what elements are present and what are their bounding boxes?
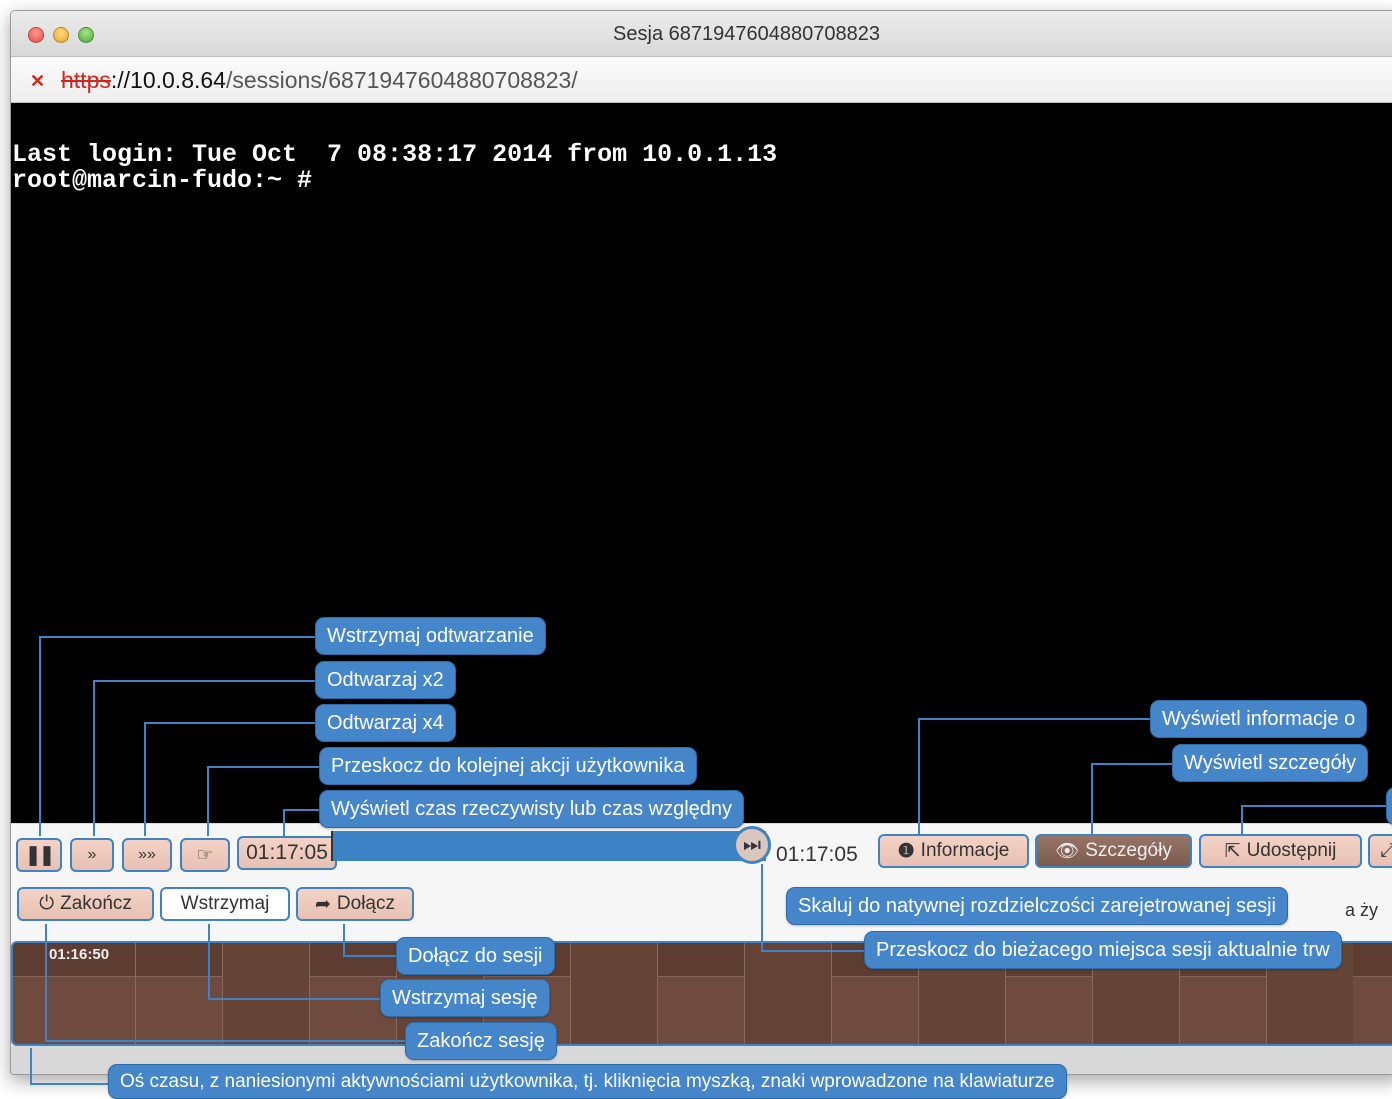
url-host: ://10.0.8.64 [110, 67, 226, 93]
details-button[interactable]: 👁 Szczegóły [1035, 834, 1192, 868]
address-bar[interactable]: ✕ https://10.0.8.64/sessions/68719476048… [11, 57, 1392, 103]
pause-session-label: Wstrzymaj [180, 893, 270, 914]
callout-timeline-axis: Oś czasu, z naniesionymi aktywnościami u… [108, 1064, 1067, 1099]
callout-jump-current: Przeskocz do bieżacego miejsca sesji akt… [864, 931, 1342, 969]
terminate-label: Zakończ [60, 893, 132, 914]
hand-pointer-icon: ☞ [196, 844, 214, 866]
window-title: Sesja 6871947604880708823 [613, 23, 880, 45]
hidden-text-fragment: a ży [1345, 900, 1379, 920]
power-icon: ⏻ [39, 893, 55, 914]
url-protocol: https [61, 67, 111, 93]
callout-show-details: Wyświetl szczegóły [1172, 744, 1369, 782]
pause-session-button[interactable]: Wstrzymaj [160, 887, 290, 921]
connector-line [93, 680, 315, 682]
share-button[interactable]: ⇱ Udostępnij [1199, 834, 1362, 868]
eye-icon: 👁 [1055, 841, 1080, 862]
skip-end-icon: ⏭ [743, 833, 761, 856]
connector-line [45, 924, 47, 1041]
connector-line [93, 680, 95, 836]
connector-line [39, 636, 41, 836]
connector-line [1091, 763, 1093, 834]
insecure-lock-icon: ✕ [30, 71, 46, 91]
connector-line [343, 955, 397, 957]
timeline-segment [570, 943, 657, 1044]
callout-pause-session: Wstrzymaj sesję [380, 979, 550, 1017]
connector-line [283, 809, 319, 811]
connector-line [1091, 763, 1175, 765]
connector-line [343, 924, 345, 956]
join-button[interactable]: ➦ Dołącz [296, 887, 414, 921]
end-time: 01:17:05 [776, 843, 858, 866]
timeline-segment [657, 943, 744, 1044]
share-label: Udostępnij [1246, 840, 1337, 861]
timeline-segment [222, 943, 309, 1044]
connector-line [1241, 805, 1392, 807]
connector-line [39, 636, 315, 638]
connector-line [207, 766, 209, 836]
callout-pause-playback: Wstrzymaj odtwarzanie [315, 617, 546, 655]
timeline-segment [744, 943, 831, 1044]
callout-join-session: Dołącz do sesji [396, 937, 555, 975]
play-x2-label: » [87, 846, 97, 863]
info-label: Informacje [920, 840, 1010, 861]
connector-line [207, 766, 319, 768]
pause-button[interactable]: ❚❚ [16, 838, 62, 872]
play-x2-button[interactable]: » [70, 838, 114, 872]
share-icon: ⇱ [1224, 840, 1241, 862]
connector-line [144, 722, 146, 836]
connector-line [918, 718, 1151, 720]
callout-terminate-session: Zakończ sesję [405, 1022, 557, 1060]
callout-show-time: Wyświetl czas rzeczywisty lub czas wzglę… [319, 790, 745, 828]
connector-line [144, 722, 315, 724]
play-x4-label: »» [138, 846, 156, 863]
details-label: Szczegóły [1085, 840, 1172, 861]
connector-line [918, 718, 920, 834]
progress-bar[interactable] [331, 831, 766, 861]
title-bar: Sesja 6871947604880708823 [11, 11, 1392, 57]
resize-icon: ⤢ [1380, 840, 1392, 861]
skip-next-action-button[interactable]: ☞ [180, 838, 230, 872]
connector-line [208, 998, 382, 1000]
callout-scale-native: Skaluj do natywnej rozdzielczości zareje… [786, 887, 1288, 925]
connector-line [761, 950, 867, 952]
time-toggle-button[interactable]: 01:17:05 [237, 836, 337, 870]
play-x4-button[interactable]: »» [122, 838, 172, 872]
info-button[interactable]: ❶ Informacje [878, 834, 1029, 868]
current-time: 01:17:05 [246, 841, 328, 864]
connector-line [1241, 805, 1243, 834]
timeline-start-time: 01:16:50 [49, 946, 110, 963]
terminal-line: root@marcin-fudo:~ # [12, 166, 313, 195]
join-label: Dołącz [336, 893, 395, 914]
connector-line [30, 1048, 32, 1084]
connector-line [45, 1040, 407, 1042]
connector-line [30, 1083, 110, 1085]
jump-to-current-button[interactable]: ⏭ [733, 826, 771, 864]
connector-line [283, 809, 285, 836]
url-path: /sessions/6871947604880708823/ [225, 67, 578, 93]
info-icon: ❶ [897, 840, 915, 862]
callout-share [1386, 787, 1392, 825]
callout-play-x2: Odtwarzaj x2 [315, 661, 456, 699]
url-text[interactable]: https://10.0.8.64/sessions/6871947604880… [61, 67, 578, 94]
callout-skip-next-action: Przeskocz do kolejnej akcji użytkownika [319, 747, 697, 785]
callout-play-x4: Odtwarzaj x4 [315, 704, 456, 742]
callout-show-info: Wyświetl informacje o [1150, 700, 1368, 738]
pause-icon: ❚❚ [25, 844, 55, 866]
connector-line [208, 924, 210, 999]
scale-native-button[interactable]: ⤢ [1368, 834, 1392, 868]
join-icon: ➦ [315, 893, 331, 915]
connector-line [761, 864, 763, 950]
terminate-button[interactable]: ⏻ Zakończ [17, 887, 154, 921]
terminal-line: Last login: Tue Oct 7 08:38:17 2014 from… [12, 140, 778, 169]
